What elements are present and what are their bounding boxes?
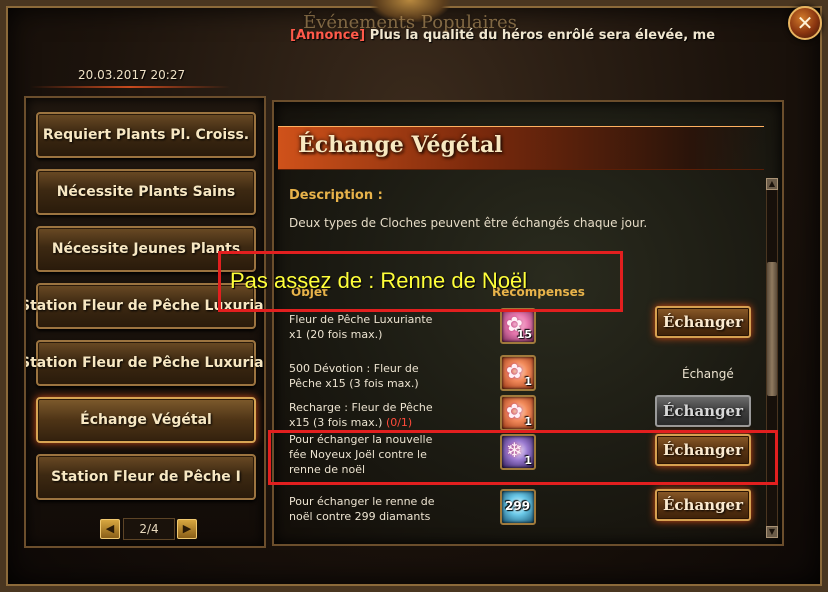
flower-glyph: ✿ <box>506 359 523 383</box>
scroll-down-arrow-icon[interactable]: ▼ <box>766 526 778 538</box>
row-line: Fleur de Pêche Luxuriante <box>289 313 433 326</box>
scroll-up-arrow-icon[interactable]: ▲ <box>766 178 778 190</box>
section-title: Échange Végétal <box>298 132 503 158</box>
row-line: x15 (3 fois max.) (0/1) <box>289 415 459 430</box>
reward-count: 299 <box>505 499 531 513</box>
exchange-button[interactable]: Échanger <box>655 489 751 521</box>
row-line: Pêche x15 (3 fois max.) <box>289 377 419 390</box>
sidebar-item-station-peche-1[interactable]: Station Fleur de Pêche I <box>36 454 256 500</box>
sidebar-item-plants-sains[interactable]: Nécessite Plants Sains <box>36 169 256 215</box>
row-line-text: x15 (3 fois max.) <box>289 416 386 429</box>
row-description: 500 Dévotion : Fleur de Pêche x15 (3 foi… <box>289 361 459 391</box>
pager-prev-button[interactable]: ◀ <box>100 519 120 539</box>
divider <box>30 86 230 88</box>
exchanged-status: Échangé <box>682 367 734 381</box>
sidebar-item-echange-vegetal[interactable]: Échange Végétal <box>36 397 256 443</box>
announcement-banner: [Annonce] Plus la qualité du héros enrôl… <box>290 28 715 43</box>
pager-page-indicator: 2/4 <box>123 518 175 540</box>
datetime-label: 20.03.2017 20:27 <box>78 68 186 82</box>
flower-glyph: ✿ <box>506 399 523 423</box>
annotation-text: Pas assez de : Renne de Noël <box>230 268 528 293</box>
description-text: Deux types de Cloches peuvent être échan… <box>289 216 648 230</box>
row-line: 500 Dévotion : Fleur de <box>289 362 419 375</box>
sidebar-item-station-luxuriante-2[interactable]: Station Fleur de Pêche Luxuriante <box>26 340 264 386</box>
close-button[interactable]: ✕ <box>788 6 822 40</box>
row-line: x1 (20 fois max.) <box>289 328 383 341</box>
reward-count: 1 <box>524 415 532 428</box>
sidebar-item-plants-croiss[interactable]: Requiert Plants Pl. Croiss. <box>36 112 256 158</box>
peach-blossom-icon[interactable]: ✿ 1 <box>500 355 536 391</box>
row-limit-counter: (0/1) <box>385 416 413 429</box>
event-list-panel: Requiert Plants Pl. Croiss. Nécessite Pl… <box>24 96 266 548</box>
peach-blossom-icon[interactable]: ✿ 15 <box>500 308 536 344</box>
reward-count: 15 <box>516 328 532 341</box>
announcement-text: Plus la qualité du héros enrôlé sera éle… <box>365 28 716 43</box>
peach-blossom-icon[interactable]: ✿ 1 <box>500 395 536 431</box>
row-line: Recharge : Fleur de Pêche <box>289 401 433 414</box>
exchange-button-disabled[interactable]: Échanger <box>655 395 751 427</box>
row-description: Pour échanger le renne de noël contre 29… <box>289 494 459 524</box>
row-description: Recharge : Fleur de Pêche x15 (3 fois ma… <box>289 400 459 430</box>
reward-count: 1 <box>524 375 532 388</box>
description-label: Description : <box>289 188 383 203</box>
annotation-box <box>268 430 778 485</box>
scrollbar-thumb[interactable] <box>767 262 777 396</box>
exchange-button[interactable]: Échanger <box>655 306 751 338</box>
row-description: Fleur de Pêche Luxuriante x1 (20 fois ma… <box>289 312 459 342</box>
diamond-icon[interactable]: 299 <box>500 489 536 525</box>
announcement-tag: [Annonce] <box>290 28 366 43</box>
row-line: noël contre 299 diamants <box>289 510 431 523</box>
pager-next-button[interactable]: ▶ <box>177 519 197 539</box>
row-line: Pour échanger le renne de <box>289 495 435 508</box>
